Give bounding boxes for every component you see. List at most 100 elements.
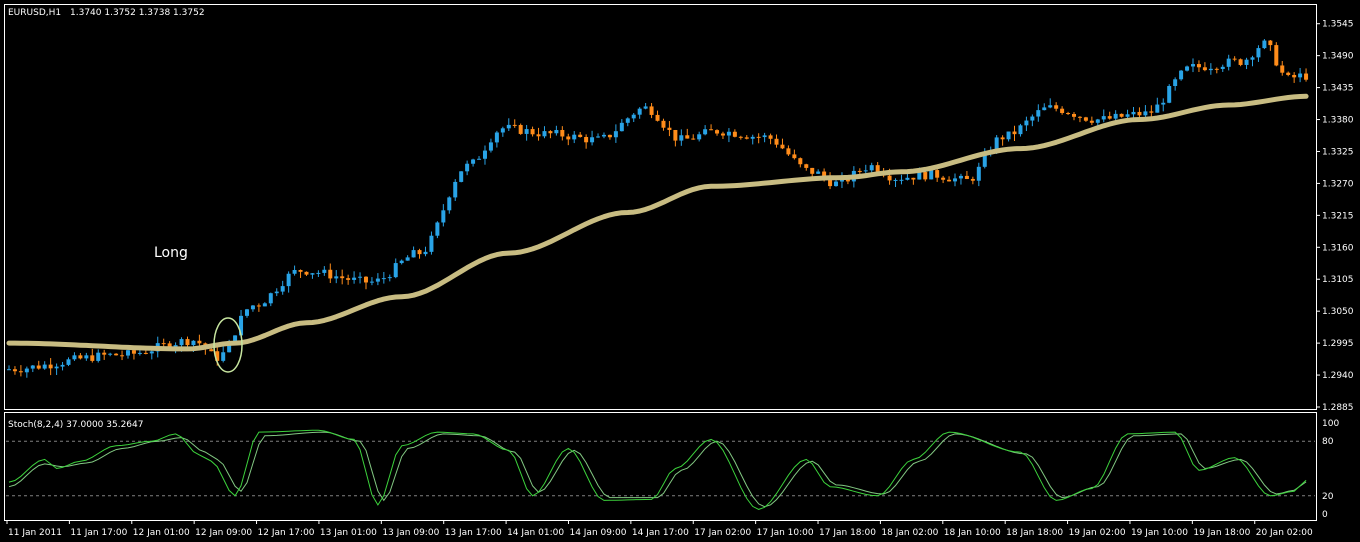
bull-candle xyxy=(506,124,511,129)
time-tick-label: 11 Jan 2011 xyxy=(8,528,62,538)
bull-candle xyxy=(24,368,29,373)
bull-candle xyxy=(429,235,434,252)
bull-candle xyxy=(631,114,636,119)
price-tick-label: 1.3105 xyxy=(1322,275,1354,285)
bull-candle xyxy=(953,178,958,182)
time-tick-label: 17 Jan 10:00 xyxy=(757,528,814,538)
bear-candle xyxy=(209,349,214,352)
price-tick-label: 1.3160 xyxy=(1322,243,1354,253)
time-tick-label: 13 Jan 09:00 xyxy=(382,528,439,538)
bear-candle xyxy=(143,352,148,354)
bull-candle xyxy=(1185,66,1190,71)
bull-candle xyxy=(1244,59,1249,65)
bear-candle xyxy=(649,106,654,115)
bull-candle xyxy=(1006,131,1011,140)
bull-candle xyxy=(1143,111,1148,116)
bear-candle xyxy=(1083,117,1088,121)
bull-candle xyxy=(554,130,559,134)
bull-candle xyxy=(274,291,279,294)
bull-candle xyxy=(423,251,428,255)
bear-candle xyxy=(566,136,571,140)
bull-candle xyxy=(66,359,71,365)
bull-candle xyxy=(322,269,327,273)
bull-candle xyxy=(149,351,154,354)
bull-candle xyxy=(334,276,339,279)
bull-candle xyxy=(625,118,630,123)
time-tick-label: 19 Jan 10:00 xyxy=(1131,528,1188,538)
bear-candle xyxy=(12,369,17,372)
bull-candle xyxy=(1113,113,1118,119)
price-tick-label: 1.3435 xyxy=(1322,84,1354,94)
price-chart[interactable]: Long EURUSD,H1 1.3740 1.3752 1.3738 1.37… xyxy=(0,0,1360,542)
bull-candle xyxy=(465,163,470,172)
bull-candle xyxy=(441,210,446,223)
bull-candle xyxy=(869,165,874,171)
bull-candle xyxy=(375,278,380,282)
bear-candle xyxy=(578,134,583,137)
bull-candle xyxy=(619,122,624,132)
bear-candle xyxy=(1304,73,1309,80)
stochastic-tick-label: 20 xyxy=(1322,492,1334,502)
bull-candle xyxy=(286,273,291,287)
bear-candle xyxy=(548,131,553,134)
bear-candle xyxy=(685,135,690,139)
bull-candle xyxy=(572,134,577,140)
bull-candle xyxy=(1018,125,1023,135)
time-tick-label: 18 Jan 10:00 xyxy=(944,528,1001,538)
bear-candle xyxy=(661,120,666,128)
time-tick-label: 13 Jan 01:00 xyxy=(320,528,377,538)
bear-candle xyxy=(875,165,880,172)
bear-candle xyxy=(530,129,535,135)
bull-candle xyxy=(244,309,249,316)
bull-candle xyxy=(905,177,910,180)
bull-candle xyxy=(1095,119,1100,123)
bull-candle xyxy=(7,369,11,371)
bull-candle xyxy=(369,281,374,283)
bull-candle xyxy=(292,270,297,274)
bear-candle xyxy=(161,343,166,345)
bull-candle xyxy=(108,353,113,355)
bull-candle xyxy=(125,350,130,356)
bear-candle xyxy=(363,276,368,283)
bull-candle xyxy=(1226,58,1231,67)
bear-candle xyxy=(744,137,749,139)
bull-candle xyxy=(1179,70,1184,80)
long-annotation: Long xyxy=(154,245,188,261)
bear-candle xyxy=(964,175,969,179)
bear-candle xyxy=(102,352,107,355)
bull-candle xyxy=(679,135,684,141)
bull-candle xyxy=(834,181,839,187)
bull-candle xyxy=(1220,66,1225,69)
chart-symbol: EURUSD,H1 xyxy=(8,8,61,18)
bear-candle xyxy=(780,144,785,149)
bear-candle xyxy=(1054,105,1059,109)
bear-candle xyxy=(1137,111,1142,116)
bear-candle xyxy=(1107,116,1112,119)
bull-candle xyxy=(542,131,547,137)
bull-candle xyxy=(471,159,476,164)
time-tick-label: 13 Jan 17:00 xyxy=(445,528,502,538)
bear-candle xyxy=(114,353,119,356)
bull-candle xyxy=(863,170,868,172)
bear-candle xyxy=(1214,68,1219,70)
bull-candle xyxy=(459,171,464,182)
time-tick-label: 17 Jan 18:00 xyxy=(819,528,876,538)
bear-candle xyxy=(756,136,761,138)
bear-candle xyxy=(911,177,916,180)
bear-candle xyxy=(1268,40,1273,46)
stochastic-tick-label: 100 xyxy=(1322,419,1339,429)
bear-candle xyxy=(667,127,672,130)
bull-candle xyxy=(1024,120,1029,126)
bull-candle xyxy=(393,263,398,278)
time-tick-label: 11 Jan 17:00 xyxy=(70,528,127,538)
bull-candle xyxy=(268,293,273,304)
bull-candle xyxy=(1155,104,1160,113)
bull-candle xyxy=(96,352,101,361)
chart-ohlc: 1.3740 1.3752 1.3738 1.3752 xyxy=(70,8,205,18)
time-tick-label: 17 Jan 02:00 xyxy=(694,528,751,538)
bull-candle xyxy=(601,134,606,137)
bear-candle xyxy=(304,271,309,275)
bear-candle xyxy=(935,170,940,178)
bull-candle xyxy=(30,365,35,369)
bear-candle xyxy=(90,355,95,361)
